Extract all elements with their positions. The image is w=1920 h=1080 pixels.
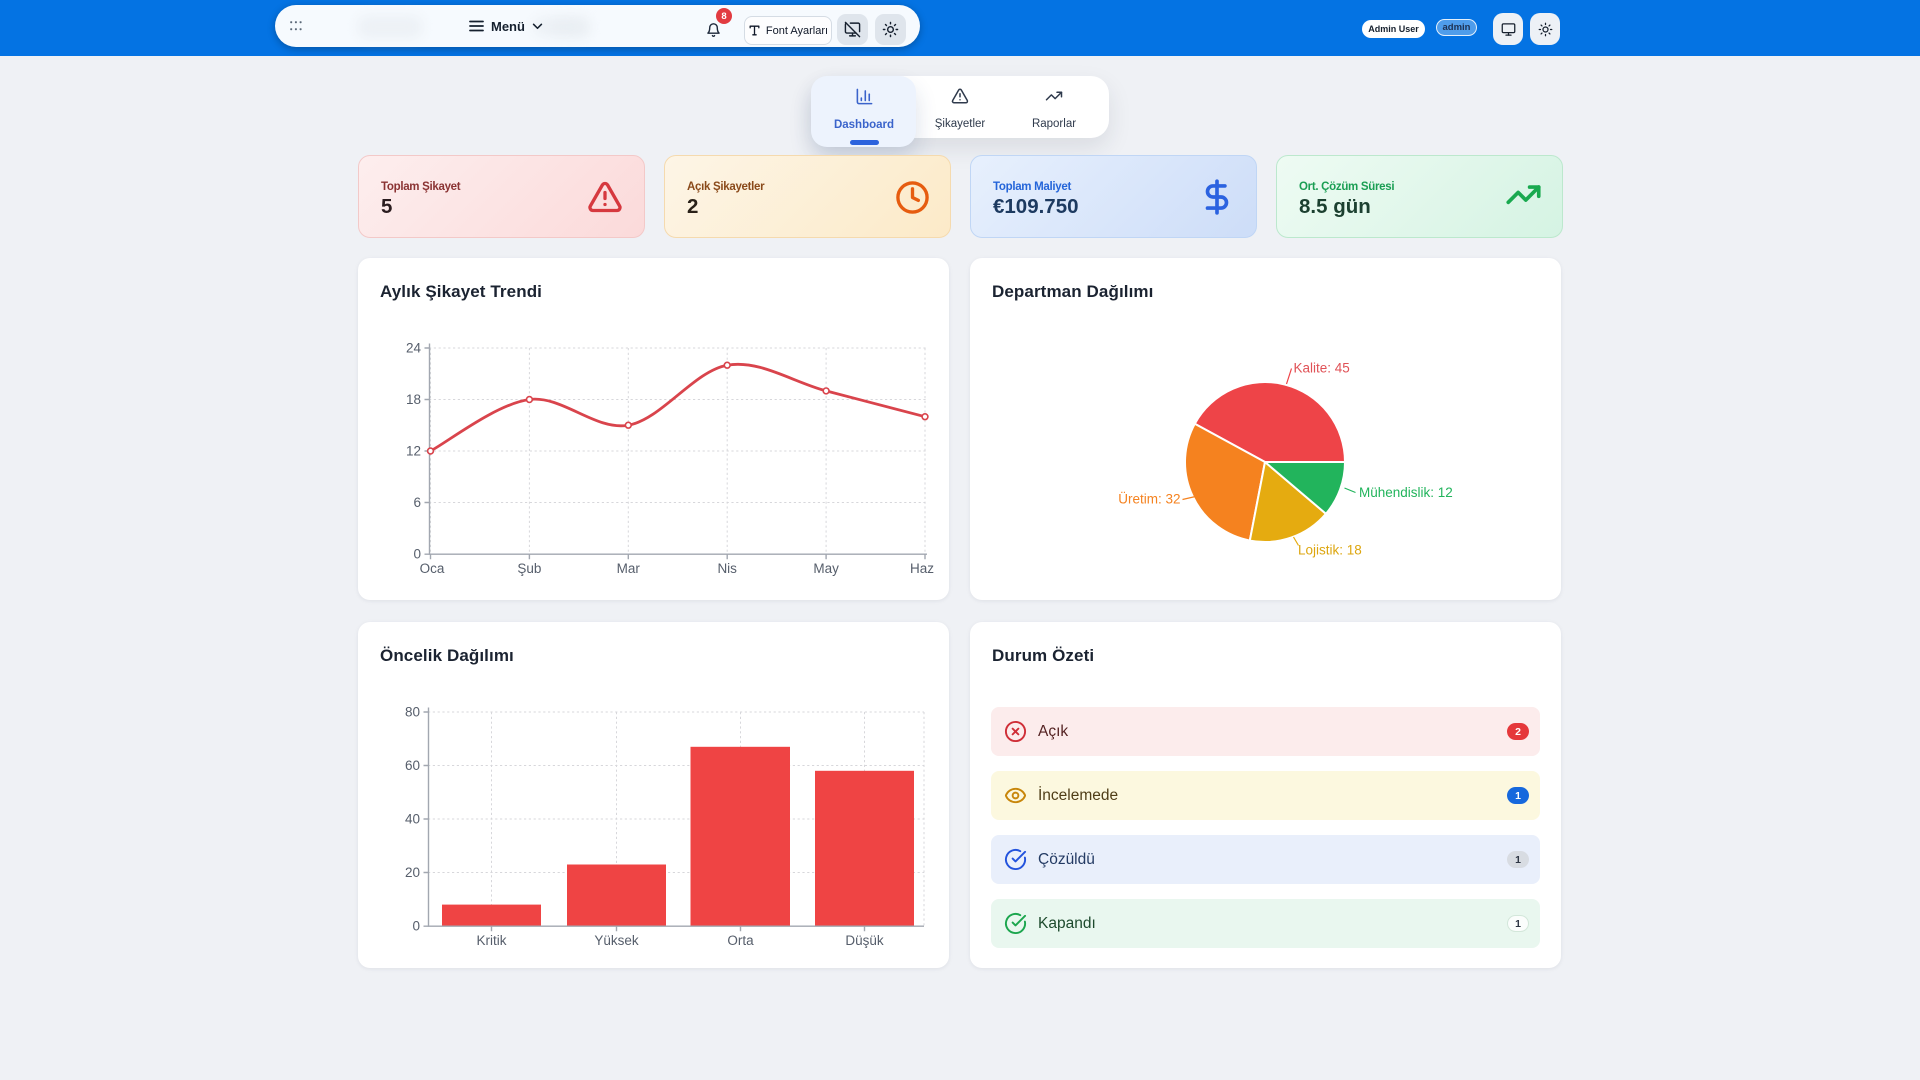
svg-text:20: 20	[405, 865, 420, 880]
svg-text:Orta: Orta	[727, 933, 754, 948]
svg-text:18: 18	[406, 392, 421, 407]
svg-text:Nis: Nis	[717, 561, 737, 576]
svg-text:12: 12	[406, 444, 421, 459]
svg-text:6: 6	[413, 495, 421, 510]
svg-text:0: 0	[412, 919, 420, 934]
svg-text:Yüksek: Yüksek	[594, 933, 639, 948]
svg-text:Şub: Şub	[517, 561, 541, 576]
svg-text:40: 40	[405, 812, 420, 827]
svg-text:Kalite: 45: Kalite: 45	[1294, 361, 1350, 376]
svg-text:Düşük: Düşük	[845, 933, 884, 948]
svg-text:0: 0	[413, 547, 421, 562]
svg-text:Oca: Oca	[420, 561, 445, 576]
svg-text:Lojistik: 18: Lojistik: 18	[1298, 543, 1362, 558]
svg-text:Haz: Haz	[910, 561, 934, 576]
svg-text:Mühendislik: 12: Mühendislik: 12	[1359, 485, 1453, 500]
svg-text:Mar: Mar	[617, 561, 641, 576]
svg-text:80: 80	[405, 705, 420, 720]
svg-text:24: 24	[406, 341, 422, 356]
svg-text:Üretim: 32: Üretim: 32	[1118, 492, 1180, 507]
svg-text:60: 60	[405, 758, 420, 773]
svg-text:Kritik: Kritik	[477, 933, 507, 948]
svg-text:May: May	[813, 561, 839, 576]
